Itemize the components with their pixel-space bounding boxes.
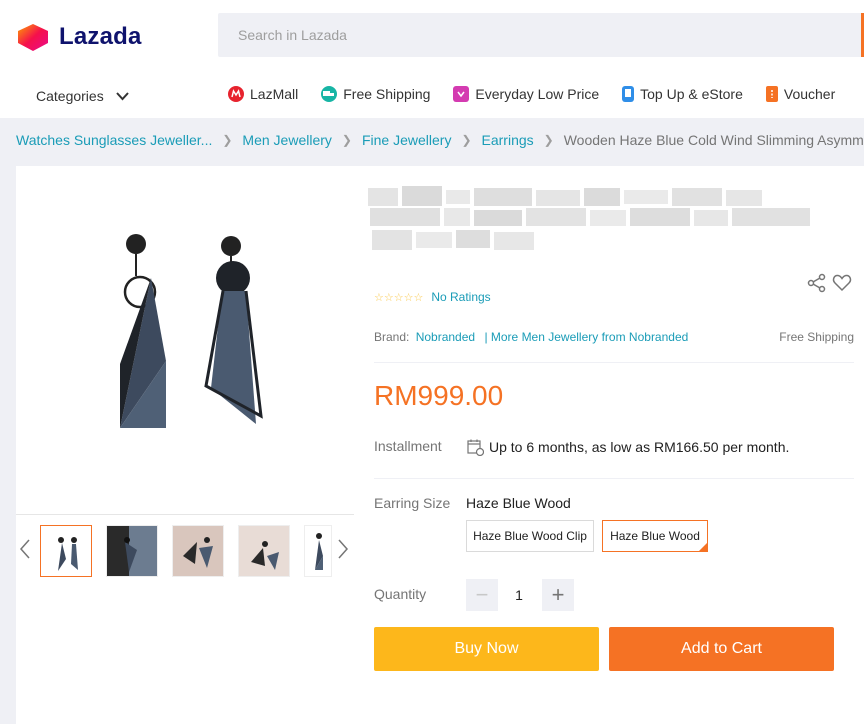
logo-text: Lazada <box>59 23 142 50</box>
search-input[interactable] <box>218 13 818 57</box>
nav-label: Free Shipping <box>343 86 431 102</box>
ratings-link[interactable]: No Ratings <box>431 290 490 304</box>
product-price: RM999.00 <box>374 380 504 411</box>
chevron-right-icon: ❯ <box>461 133 472 147</box>
size-option-clip[interactable]: Haze Blue Wood Clip <box>466 520 594 552</box>
size-option-label: Haze Blue Wood Clip <box>473 529 587 543</box>
brand-link[interactable]: Nobranded <box>416 330 475 344</box>
channel-nav: LazMall Free Shipping Everyday Low Price… <box>228 86 858 102</box>
chevron-left-icon[interactable] <box>19 539 30 564</box>
size-option-label: Haze Blue Wood <box>610 529 700 543</box>
breadcrumb-link[interactable]: Earrings <box>482 132 534 148</box>
nav-lazmall[interactable]: LazMall <box>228 86 298 102</box>
quantity-label: Quantity <box>374 586 427 602</box>
share-icon[interactable] <box>807 273 827 298</box>
selected-corner-marker <box>699 543 707 551</box>
installment-label: Installment <box>374 438 442 454</box>
product-main-image[interactable] <box>16 166 354 514</box>
voucher-icon <box>765 86 778 102</box>
breadcrumb-link[interactable]: Fine Jewellery <box>362 132 451 148</box>
categories-menu[interactable]: Categories <box>36 88 129 104</box>
thumbnail-3[interactable] <box>172 525 224 577</box>
size-selected-value: Haze Blue Wood <box>466 495 571 511</box>
top-up-icon <box>622 86 635 102</box>
nav-top-up[interactable]: Top Up & eStore <box>622 86 743 102</box>
thumbnail-2[interactable] <box>106 525 158 577</box>
quantity-decrease-button[interactable]: − <box>466 579 498 611</box>
thumbnail-1[interactable] <box>40 525 92 577</box>
low-price-icon <box>453 86 470 102</box>
top-bar: Lazada Categories LazMall Free Shipping … <box>0 0 864 118</box>
thumbnail-5[interactable] <box>304 525 332 577</box>
breadcrumb-link[interactable]: Watches Sunglasses Jeweller... <box>16 132 212 148</box>
rating-summary: ☆☆☆☆☆ No Ratings <box>374 290 491 304</box>
chevron-right-icon: ❯ <box>341 133 352 147</box>
earrings-image <box>120 234 263 428</box>
divider <box>374 362 854 363</box>
free-shipping-badge: Free Shipping <box>779 330 854 344</box>
nav-everyday-low-price[interactable]: Everyday Low Price <box>453 86 599 102</box>
brand-label: Brand: <box>374 330 410 344</box>
add-to-cart-button[interactable]: Add to Cart <box>609 627 834 671</box>
chevron-down-icon <box>115 91 129 100</box>
chevron-right-icon[interactable] <box>338 539 349 564</box>
thumbnail-4[interactable] <box>238 525 290 577</box>
calendar-icon <box>467 439 484 456</box>
lazada-logo-icon <box>16 22 50 52</box>
chevron-right-icon: ❯ <box>543 133 554 147</box>
rating-stars: ☆☆☆☆☆ <box>374 291 424 304</box>
more-from-brand-link[interactable]: | More Men Jewellery from Nobranded <box>484 330 688 344</box>
chevron-right-icon: ❯ <box>222 133 233 147</box>
thumbnail-strip <box>16 514 354 584</box>
lazada-logo[interactable]: Lazada <box>16 22 142 52</box>
lazmall-icon <box>228 86 244 102</box>
categories-label: Categories <box>36 88 104 104</box>
wishlist-heart-icon[interactable] <box>832 273 852 298</box>
nav-free-shipping[interactable]: Free Shipping <box>321 86 430 102</box>
buy-now-button[interactable]: Buy Now <box>374 627 599 671</box>
breadcrumb-link[interactable]: Men Jewellery <box>242 132 331 148</box>
quantity-increase-button[interactable]: + <box>542 579 574 611</box>
brand-row: Brand: Nobranded | More Men Jewellery fr… <box>374 330 688 344</box>
free-shipping-icon <box>321 86 338 102</box>
nav-label: Voucher <box>783 86 836 102</box>
nav-label: LazMall <box>250 86 299 102</box>
quantity-input[interactable] <box>498 579 540 611</box>
product-title-blurred <box>368 186 812 256</box>
breadcrumb: Watches Sunglasses Jeweller... ❯ Men Jew… <box>16 132 864 148</box>
divider <box>374 478 854 479</box>
size-option-wood[interactable]: Haze Blue Wood <box>602 520 708 552</box>
nav-voucher[interactable]: Voucher <box>765 86 836 102</box>
installment-text: Up to 6 months, as low as RM166.50 per m… <box>489 439 790 455</box>
nav-label: Everyday Low Price <box>475 86 600 102</box>
installment-info: Up to 6 months, as low as RM166.50 per m… <box>466 438 789 456</box>
search-box <box>218 13 864 57</box>
breadcrumb-current: Wooden Haze Blue Cold Wind Slimming Asym… <box>563 132 864 148</box>
size-label: Earring Size <box>374 495 451 511</box>
nav-label: Top Up & eStore <box>640 86 743 102</box>
